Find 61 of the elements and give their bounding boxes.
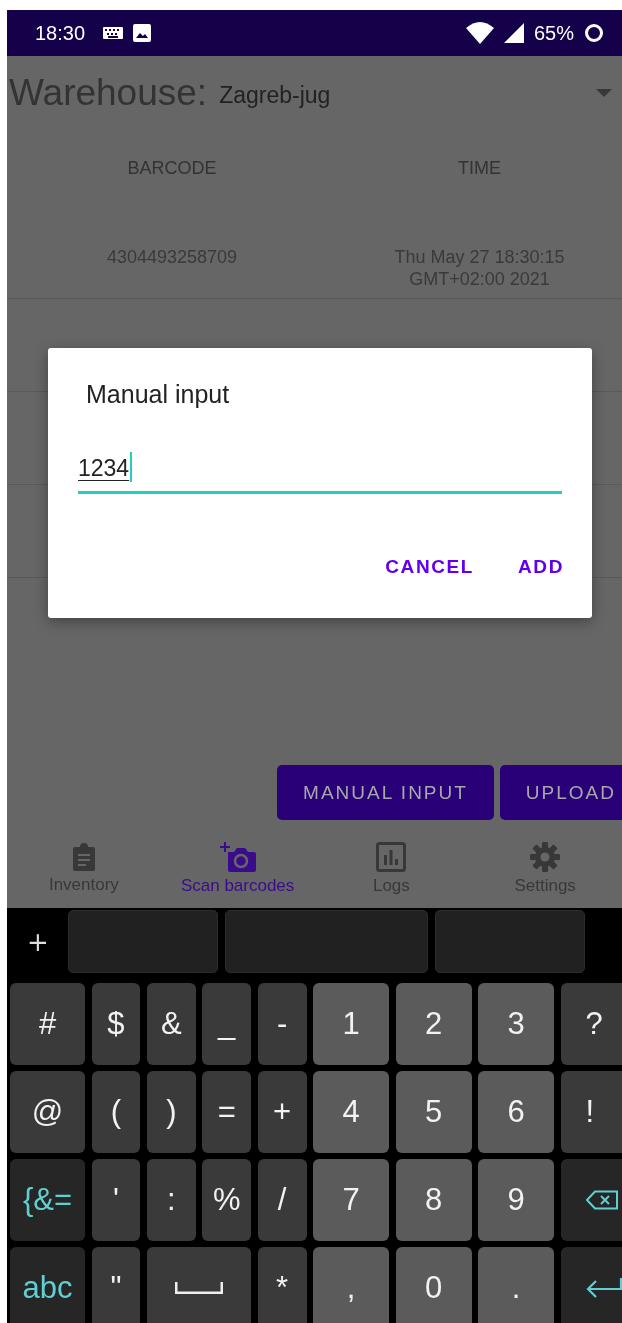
keyboard-key[interactable]: " xyxy=(91,1247,141,1323)
keyboard-key[interactable]: ? xyxy=(560,983,622,1065)
keyboard-key[interactable]: $ xyxy=(91,983,141,1065)
dialog-button[interactable]: ADD xyxy=(504,548,578,586)
wifi-icon xyxy=(465,22,494,44)
suggestion-slot[interactable] xyxy=(68,910,218,973)
keyboard-key[interactable]: - xyxy=(257,983,307,1065)
dialog-title: Manual input xyxy=(85,380,231,409)
keyboard-key[interactable] xyxy=(560,1247,622,1323)
keyboard-key[interactable]: _ xyxy=(202,983,252,1065)
keyboard-key[interactable]: 2 xyxy=(395,983,472,1065)
keyboard-key[interactable]: / xyxy=(257,1159,307,1241)
clipboard-icon xyxy=(72,843,95,871)
keyboard-key[interactable]: 6 xyxy=(478,1071,555,1153)
dropdown-arrow-icon[interactable] xyxy=(596,89,612,97)
add-camera-icon xyxy=(219,842,256,872)
keyboard-key[interactable]: 8 xyxy=(395,1159,472,1241)
backspace-icon xyxy=(585,1190,618,1210)
keyboard-key[interactable]: 5 xyxy=(395,1071,472,1153)
toolbar-button[interactable]: + xyxy=(15,926,61,957)
keyboard-key[interactable]: 1 xyxy=(313,983,390,1065)
keyboard-key[interactable]: ) xyxy=(146,1071,196,1153)
keyboard-key[interactable]: 3 xyxy=(478,983,555,1065)
keyboard-key[interactable]: 9 xyxy=(478,1159,555,1241)
keyboard-key[interactable]: + xyxy=(257,1071,307,1153)
battery-percent: 65% xyxy=(533,21,574,45)
keyboard-key[interactable] xyxy=(146,1247,252,1323)
keyboard-key[interactable]: . xyxy=(478,1247,555,1323)
keyboard-key[interactable]: % xyxy=(202,1159,252,1241)
keyboard-key[interactable]: ' xyxy=(91,1159,141,1241)
action-button[interactable]: UPLOAD xyxy=(499,765,622,820)
space-bar-icon xyxy=(175,1282,224,1294)
keyboard-key[interactable]: = xyxy=(202,1071,252,1153)
keyboard-key[interactable]: * xyxy=(257,1247,307,1323)
keyboard-icon xyxy=(103,27,124,39)
image-icon xyxy=(133,24,152,42)
keyboard-key[interactable] xyxy=(560,1159,622,1241)
settings-icon xyxy=(530,842,561,872)
keyboard-key[interactable]: 0 xyxy=(395,1247,472,1323)
keyboard-key[interactable]: @ xyxy=(10,1071,85,1153)
keyboard-key[interactable]: abc xyxy=(10,1247,85,1323)
nav-label: Scan barcodes xyxy=(180,876,295,896)
keyboard-key[interactable]: 4 xyxy=(313,1071,390,1153)
suggestion-slot[interactable] xyxy=(435,910,585,973)
battery-icon xyxy=(584,23,604,43)
dialog-button[interactable]: CANCEL xyxy=(371,548,489,586)
suggestion-slot[interactable] xyxy=(225,910,428,973)
keyboard-key[interactable]: 7 xyxy=(313,1159,390,1241)
keyboard-key[interactable]: : xyxy=(146,1159,196,1241)
keyboard-key[interactable]: ! xyxy=(560,1071,622,1153)
keyboard-key[interactable]: ( xyxy=(91,1071,141,1153)
enter-icon xyxy=(585,1277,622,1299)
keyboard-key[interactable]: {&= xyxy=(10,1159,85,1241)
keyboard-key[interactable]: , xyxy=(313,1247,390,1323)
chart-icon xyxy=(376,842,407,872)
keyboard-key[interactable]: # xyxy=(10,983,85,1065)
keyboard-key[interactable]: & xyxy=(146,983,196,1065)
clock-time: 18:30 xyxy=(35,21,86,45)
signal-icon xyxy=(503,23,524,43)
action-button[interactable]: MANUAL INPUT xyxy=(277,765,494,820)
input-field[interactable]: 1234 xyxy=(78,455,562,494)
